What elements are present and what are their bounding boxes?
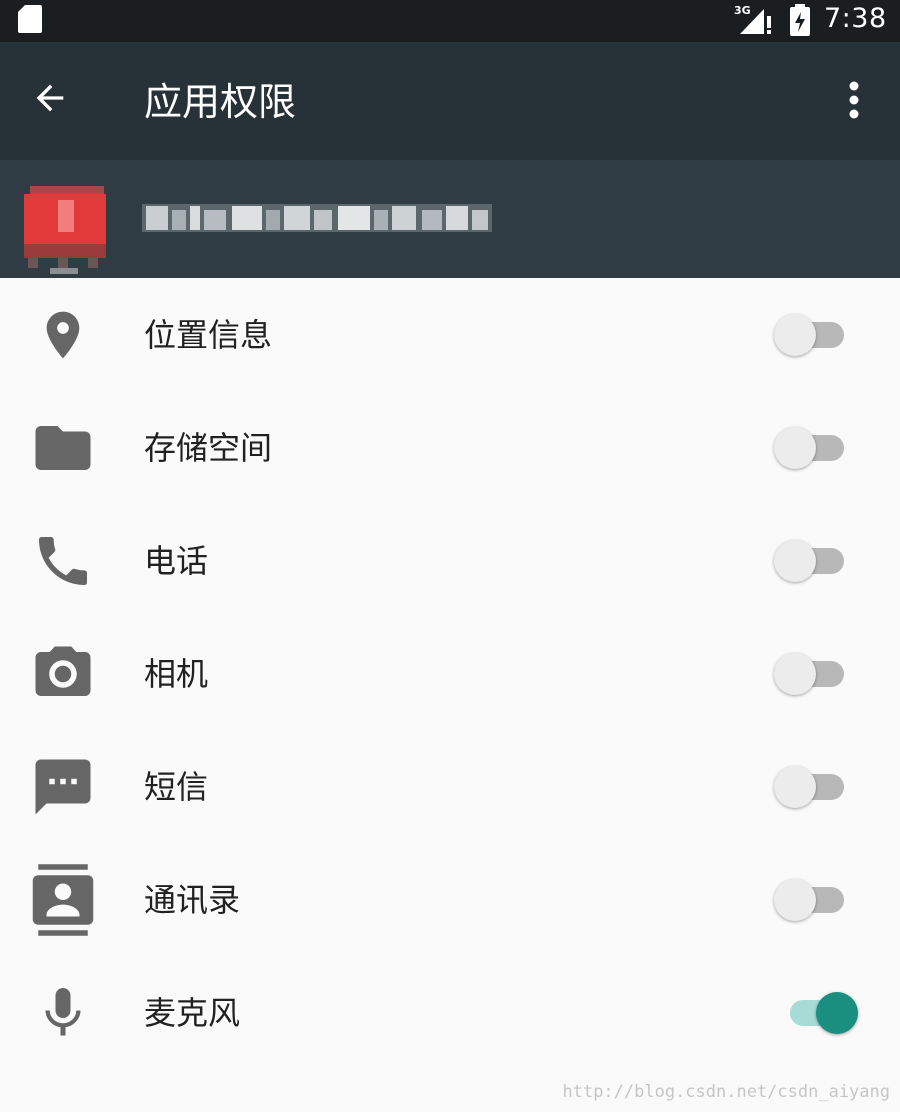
toggle-thumb bbox=[774, 766, 816, 808]
toggle-thumb bbox=[774, 879, 816, 921]
permission-row-sms[interactable]: 短信 bbox=[0, 730, 900, 843]
toggle-thumb bbox=[774, 653, 816, 695]
permission-toggle-sms[interactable] bbox=[770, 764, 862, 810]
app-icon bbox=[22, 182, 112, 278]
permission-label: 麦克风 bbox=[144, 994, 241, 1032]
permission-label: 电话 bbox=[144, 542, 209, 580]
toggle-thumb bbox=[816, 992, 858, 1034]
camera-icon bbox=[28, 639, 98, 709]
permission-row-phone[interactable]: 电话 bbox=[0, 504, 900, 617]
signal-icon: 3G bbox=[734, 3, 774, 41]
permission-label: 存储空间 bbox=[144, 429, 273, 467]
toggle-thumb bbox=[774, 314, 816, 356]
battery-icon bbox=[789, 3, 811, 41]
permission-toggle-phone[interactable] bbox=[770, 538, 862, 584]
app-name-blurred bbox=[142, 200, 492, 240]
toggle-thumb bbox=[774, 540, 816, 582]
sd-card-icon bbox=[16, 4, 44, 38]
permission-toggle-camera[interactable] bbox=[770, 651, 862, 697]
watermark: http://blog.csdn.net/csdn_aiyang bbox=[562, 1082, 890, 1102]
permission-label: 通讯录 bbox=[144, 881, 241, 919]
permission-label: 短信 bbox=[144, 768, 209, 806]
permission-row-location[interactable]: 位置信息 bbox=[0, 278, 900, 391]
more-vert-icon bbox=[848, 80, 860, 124]
app-header bbox=[0, 160, 900, 278]
toggle-thumb bbox=[774, 427, 816, 469]
permission-row-contacts[interactable]: 通讯录 bbox=[0, 843, 900, 956]
microphone-icon bbox=[28, 978, 98, 1048]
page-title: 应用权限 bbox=[144, 80, 297, 124]
permission-row-camera[interactable]: 相机 bbox=[0, 617, 900, 730]
contacts-icon bbox=[28, 864, 98, 936]
network-type-label: 3G bbox=[734, 4, 751, 17]
permission-row-storage[interactable]: 存储空间 bbox=[0, 391, 900, 504]
permission-label: 位置信息 bbox=[144, 316, 273, 354]
toolbar: 应用权限 bbox=[0, 42, 900, 160]
permission-toggle-storage[interactable] bbox=[770, 425, 862, 471]
app-permissions-screen: 3G 7:38 应用权限 位置信息 存储空间 电话 相机 短信 通讯录 麦克风 … bbox=[0, 0, 900, 1112]
phone-icon bbox=[28, 526, 98, 596]
sms-icon bbox=[28, 752, 98, 822]
status-time: 7:38 bbox=[824, 3, 887, 34]
permission-toggle-contacts[interactable] bbox=[770, 877, 862, 923]
location-pin-icon bbox=[28, 300, 98, 370]
permission-label: 相机 bbox=[144, 655, 209, 693]
folder-icon bbox=[28, 413, 98, 483]
back-button[interactable] bbox=[20, 70, 80, 130]
arrow-back-icon bbox=[30, 78, 70, 122]
status-bar: 3G 7:38 bbox=[0, 0, 900, 42]
permission-toggle-location[interactable] bbox=[770, 312, 862, 358]
permission-row-microphone[interactable]: 麦克风 bbox=[0, 956, 900, 1069]
overflow-menu-button[interactable] bbox=[826, 72, 882, 132]
permission-toggle-microphone[interactable] bbox=[770, 990, 862, 1036]
permission-list: 位置信息 存储空间 电话 相机 短信 通讯录 麦克风 bbox=[0, 278, 900, 1069]
